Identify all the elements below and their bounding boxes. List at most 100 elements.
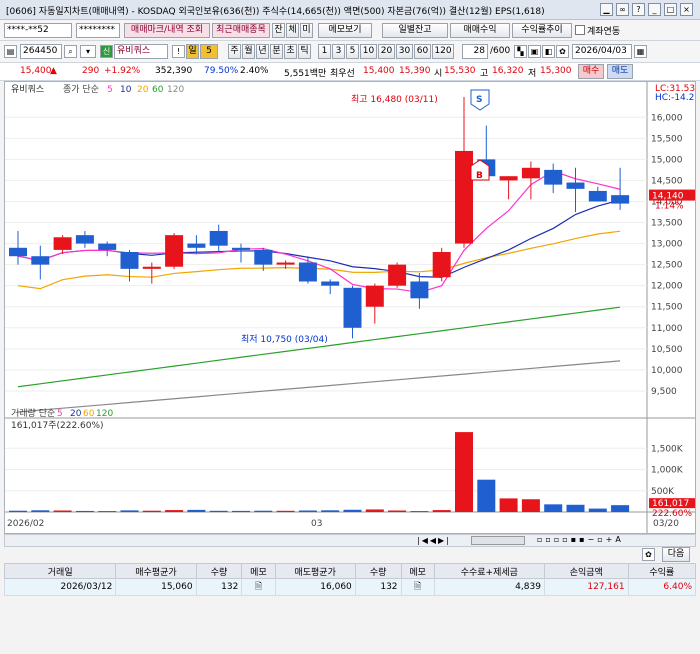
chart-icon[interactable]: ▚ <box>514 45 527 58</box>
volume-bar <box>98 511 117 512</box>
password-field[interactable]: ******** <box>76 23 120 38</box>
period-month-button[interactable]: 월 <box>242 44 255 59</box>
account-link-checkbox[interactable] <box>575 25 585 35</box>
daily-balance-button[interactable]: 일별잔고 <box>382 23 448 38</box>
window-max-button[interactable]: □ <box>664 3 677 16</box>
table-cell[interactable]: 🗎 <box>400 578 435 596</box>
buy-button[interactable]: 매수 <box>578 64 604 79</box>
period-week-button[interactable]: 주 <box>228 44 241 59</box>
table-header[interactable]: 거래일 <box>3 563 117 579</box>
period-second-button[interactable]: 초 <box>284 44 297 59</box>
stock-code-input[interactable]: 264450 <box>20 44 62 59</box>
table-cell[interactable]: 15,060 <box>115 578 197 596</box>
memo-view-button[interactable]: 메모보기 <box>318 23 372 38</box>
volume-bar <box>232 510 250 512</box>
table-header[interactable]: 메모 <box>241 563 276 579</box>
toolbar-stock: ▤ 264450 ⌕ ▾ 신 유비쿼스 ! 일 5 주 월 년 분 초 틱 1 … <box>0 41 700 63</box>
volume-bar <box>120 510 139 512</box>
volume-bar <box>455 432 473 512</box>
chart-settings-icon[interactable]: ▤ <box>4 45 17 58</box>
table-cell[interactable]: 4,839 <box>433 578 545 596</box>
link-icon[interactable]: ∞ <box>616 3 629 16</box>
interval-120-button[interactable]: 120 <box>432 44 454 59</box>
grid-settings-icon[interactable]: ✿ <box>642 548 655 561</box>
low-label: 저 <box>528 69 537 79</box>
ma20-line <box>17 230 621 290</box>
table-header[interactable]: 매수평균가 <box>115 563 197 579</box>
price-chart-svg[interactable]: 16,00015,50015,00014,50014,00013,50013,0… <box>5 82 695 533</box>
search-icon[interactable]: ⌕ <box>64 45 77 58</box>
interval-5-button[interactable]: 5 <box>346 44 359 59</box>
ma60-line <box>17 306 621 388</box>
table-header[interactable]: 수량 <box>354 563 402 579</box>
zoom-tools-icons[interactable]: ▫▫▫▫▪▪−▫+A <box>537 535 624 544</box>
interval-20-button[interactable]: 20 <box>378 44 395 59</box>
interval-3-button[interactable]: 3 <box>332 44 345 59</box>
trade-profit-button[interactable]: 매매수익 <box>450 23 510 38</box>
help-icon[interactable]: ? <box>632 3 645 16</box>
recent-trades-button[interactable]: 최근매매종목 <box>212 23 270 38</box>
table-header[interactable]: 매도평균가 <box>274 563 356 579</box>
turnover: 2.40% <box>240 66 269 76</box>
table-header[interactable]: 수량 <box>195 563 243 579</box>
interval-10-button[interactable]: 10 <box>360 44 377 59</box>
scroll-thumb[interactable] <box>471 536 525 545</box>
sell-button[interactable]: 매도 <box>607 64 633 79</box>
table-cell[interactable]: 🗎 <box>241 578 276 596</box>
table-header[interactable]: 메모 <box>400 563 435 579</box>
next-button[interactable]: 다음 <box>662 547 690 562</box>
interval-1-button[interactable]: 1 <box>318 44 331 59</box>
period-n-select[interactable]: 5 <box>200 44 218 59</box>
alert-icon[interactable]: ! <box>172 45 185 58</box>
save-icon[interactable]: ▣ <box>528 45 541 58</box>
table-header[interactable]: 수수료+제세금 <box>433 563 545 579</box>
table-header[interactable]: 수익률 <box>627 563 697 579</box>
candle-body <box>9 247 27 257</box>
count-input[interactable]: 28 <box>462 44 488 59</box>
minimize-icon[interactable]: ▁ <box>600 3 613 16</box>
ma120-line <box>17 360 621 413</box>
table-cell[interactable]: 132 <box>195 578 243 596</box>
ask-price: 15,390 <box>399 66 431 76</box>
table-cell[interactable]: 127,161 <box>543 578 629 596</box>
account-select[interactable]: ****-**52 <box>4 23 72 38</box>
che-button[interactable]: 체 <box>286 23 299 38</box>
settings-gear-icon[interactable]: ✿ <box>556 45 569 58</box>
period-tick-button[interactable]: 틱 <box>298 44 311 59</box>
period-minute-button[interactable]: 분 <box>270 44 283 59</box>
window-min-button[interactable]: _ <box>648 3 661 16</box>
group-dropdown-icon[interactable]: ▾ <box>80 45 96 58</box>
interval-60-button[interactable]: 60 <box>414 44 431 59</box>
hc-label: HC:-14.20 <box>655 93 695 103</box>
chart-scrollbar[interactable]: |◀◀▶| ▫▫▫▫▪▪−▫+A <box>4 534 696 547</box>
table-cell[interactable]: 132 <box>354 578 402 596</box>
high-annotation: 최고 16,480 (03/11) <box>351 94 438 105</box>
table-cell[interactable]: 6.40% <box>627 578 697 596</box>
mi-button[interactable]: 미 <box>300 23 313 38</box>
table-cell[interactable]: 16,060 <box>274 578 356 596</box>
volume-bar <box>432 510 451 512</box>
volume-bar <box>254 510 273 512</box>
change-value: 290 <box>82 66 100 76</box>
jan-button[interactable]: 잔 <box>272 23 285 38</box>
volume-bar <box>53 510 72 512</box>
period-year-button[interactable]: 년 <box>256 44 269 59</box>
scroll-nav-icons[interactable]: |◀◀▶| <box>417 536 451 545</box>
volume-bar <box>365 509 384 512</box>
stock-name-field[interactable]: 유비쿼스 <box>114 44 168 59</box>
calendar-icon[interactable]: ▦ <box>634 45 647 58</box>
legend-ma-period: 5 <box>107 85 113 95</box>
profit-trend-button[interactable]: 수익률추이 <box>512 23 572 38</box>
indicator-icon[interactable]: ◧ <box>542 45 555 58</box>
trade-mark-button[interactable]: 매매마크/내역 조회 <box>124 23 210 38</box>
chart-area[interactable]: 16,000 15,500 15,000 14,500 14,000 13,500 13,0… <box>4 81 696 534</box>
candle-body <box>232 247 250 250</box>
date-input[interactable]: 2026/04/03 <box>572 44 632 59</box>
interval-30-button[interactable]: 30 <box>396 44 413 59</box>
period-day-button[interactable]: 일 <box>186 44 199 59</box>
window-close-button[interactable]: × <box>680 3 693 16</box>
table-cell[interactable]: 2026/03/12 <box>3 578 117 596</box>
table-header[interactable]: 손익금액 <box>543 563 629 579</box>
price-tick-label: 10,500 <box>651 345 683 355</box>
volume-legend: 거래량 단순 <box>11 407 55 419</box>
